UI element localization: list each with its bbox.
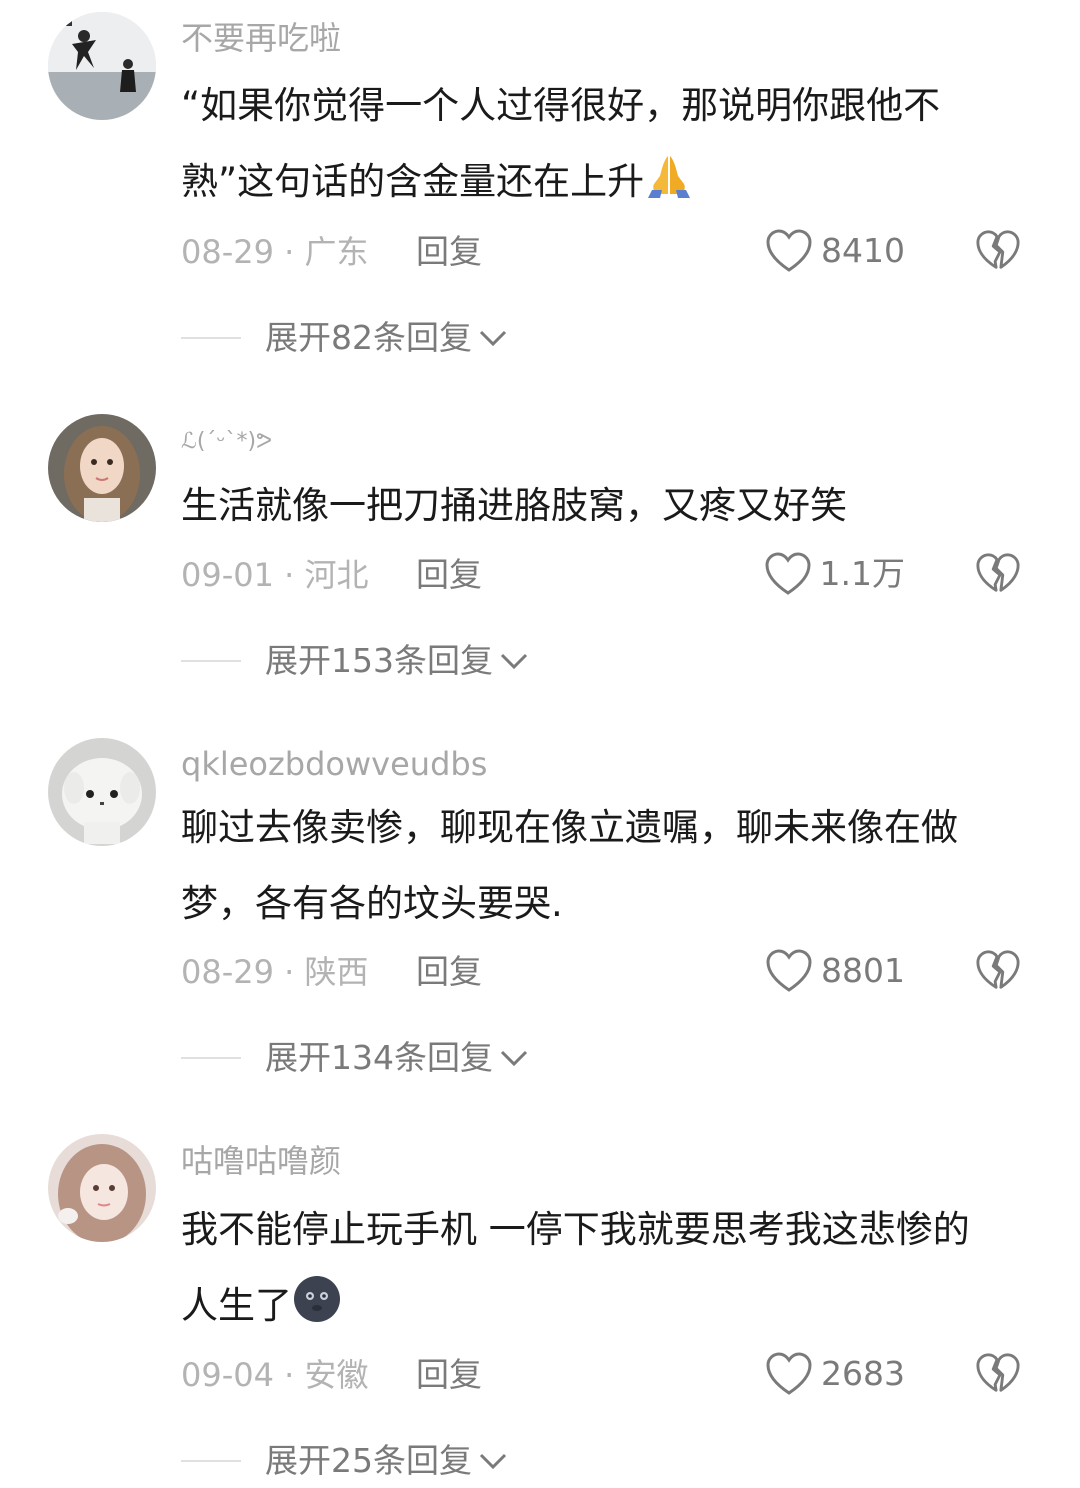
expand-replies-label: 展开153条回复 [265,641,493,680]
reply-button[interactable]: 回复 [416,950,482,994]
like-count: 8801 [821,951,905,990]
comment-text-line-content: 熟”这句话的含金量还在上升 [181,160,645,203]
broken-heart-icon[interactable] [975,1351,1021,1397]
divider [181,337,241,339]
avatar[interactable] [48,738,156,846]
avatar[interactable] [48,414,156,522]
divider [181,660,241,662]
comment-text-line: 人生了 [181,1268,1041,1344]
expand-replies-label: 展开82条回复 [265,318,472,357]
like-button[interactable]: 8801 [765,948,905,994]
broken-heart-icon[interactable] [975,948,1021,994]
comment-text: “如果你觉得一个人过得很好，那说明你跟他不 熟”这句话的含金量还在上升 [181,68,1041,220]
expand-replies-button[interactable]: 展开82条回复 [181,316,508,360]
comment-text-line-content: 人生了 [181,1284,292,1327]
like-button[interactable]: 2683 [765,1351,905,1397]
chevron-down-icon [479,1453,507,1470]
reply-button[interactable]: 回复 [416,1353,482,1397]
avatar[interactable] [48,1134,156,1242]
comment-list: 不要再吃啦 “如果你觉得一个人过得很好，那说明你跟他不 熟”这句话的含金量还在上… [0,0,1080,1488]
heart-icon [765,552,811,595]
expand-replies-label: 展开25条回复 [265,1441,472,1480]
reply-button[interactable]: 回复 [416,553,482,597]
expand-replies-button[interactable]: 展开153条回复 [181,639,529,683]
heart-icon [766,229,812,272]
expand-replies-label: 展开134条回复 [265,1038,493,1077]
expand-replies-button[interactable]: 展开134条回复 [181,1036,529,1080]
comment-meta: 09-01 · 河北 [181,556,369,594]
comment-meta: 09-04 · 安徽 [181,1356,369,1394]
expand-replies-button[interactable]: 展开25条回复 [181,1439,508,1483]
comment-text-line: “如果你觉得一个人过得很好，那说明你跟他不 [181,84,941,127]
divider [181,1460,241,1462]
like-count: 1.1万 [819,554,905,593]
comment-text-line: 熟”这句话的含金量还在上升 [181,144,1041,220]
comment-text-line: 我不能停止玩手机 一停下我就要思考我这悲惨的 [181,1208,970,1251]
comment-meta: 08-29 · 陕西 [181,953,369,991]
username[interactable]: 不要再吃啦 [181,18,341,58]
username[interactable]: ℒ(ˊᵕˋ*)ᕗ [181,422,272,462]
like-count: 8410 [821,231,905,270]
folded-hands-icon [648,156,691,198]
chevron-down-icon [479,330,507,347]
like-button[interactable]: 8410 [765,228,905,274]
comment-text: 聊过去像卖惨，聊现在像立遗嘱，聊未来像在做 梦，各有各的坟头要哭. [181,790,1041,942]
heart-icon [766,1352,812,1395]
reply-button[interactable]: 回复 [416,230,482,274]
comment-meta: 08-29 · 广东 [181,233,369,271]
username[interactable]: qkleozbdowveudbs [181,744,487,784]
comment-text: 我不能停止玩手机 一停下我就要思考我这悲惨的 人生了 [181,1192,1041,1344]
like-button[interactable]: 1.1万 [764,551,905,597]
broken-heart-icon[interactable] [975,228,1021,274]
new-moon-face-icon [294,1276,340,1322]
username[interactable]: 咕噜咕噜颜 [181,1141,341,1181]
broken-heart-icon[interactable] [975,551,1021,597]
comment-text: 生活就像一把刀捅进胳肢窝，又疼又好笑 [181,468,1041,544]
avatar[interactable] [48,12,156,120]
chevron-down-icon [500,1050,528,1067]
heart-icon [766,949,812,992]
like-count: 2683 [821,1354,905,1393]
comment-text-line: 聊过去像卖惨，聊现在像立遗嘱，聊未来像在做 [181,806,958,849]
comment-text-line: 梦，各有各的坟头要哭. [181,882,563,925]
comment-text-line: 生活就像一把刀捅进胳肢窝，又疼又好笑 [181,484,847,527]
chevron-down-icon [500,653,528,670]
divider [181,1057,241,1059]
